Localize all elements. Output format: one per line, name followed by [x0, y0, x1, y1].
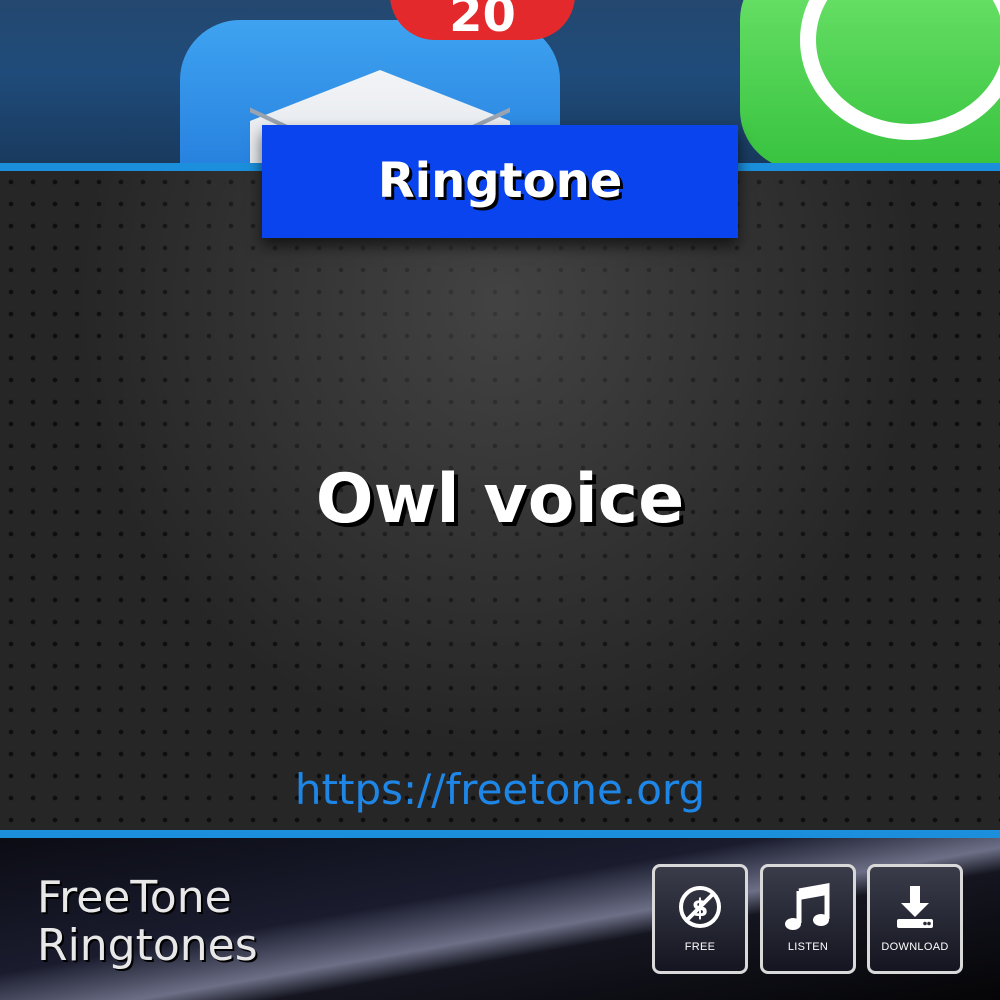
brand-logo: FreeTone Ringtones: [37, 874, 337, 970]
free-button[interactable]: $ FREE: [652, 864, 748, 974]
listen-button[interactable]: LISTEN: [760, 864, 856, 974]
music-note-icon: [785, 883, 830, 930]
no-dollar-icon: $: [679, 886, 721, 928]
bottom-divider: [0, 830, 1000, 838]
download-button-label: DOWNLOAD: [881, 941, 949, 953]
brand-line-2: Ringtones: [37, 920, 258, 971]
category-label: Ringtone: [262, 125, 738, 238]
notification-badge: 20: [390, 0, 575, 40]
footer: FreeTone Ringtones $ FREE LISTEN DOWNLOA…: [0, 838, 1000, 1000]
free-button-label: FREE: [684, 941, 716, 953]
site-url-link[interactable]: https://freetone.org: [0, 762, 1000, 818]
ringtone-title: Owl voice: [315, 460, 685, 539]
brand-line-1: FreeTone: [37, 872, 232, 923]
download-button[interactable]: DOWNLOAD: [867, 864, 963, 974]
svg-text:$: $: [692, 894, 709, 922]
download-icon: [897, 886, 933, 928]
listen-button-label: LISTEN: [787, 941, 829, 953]
